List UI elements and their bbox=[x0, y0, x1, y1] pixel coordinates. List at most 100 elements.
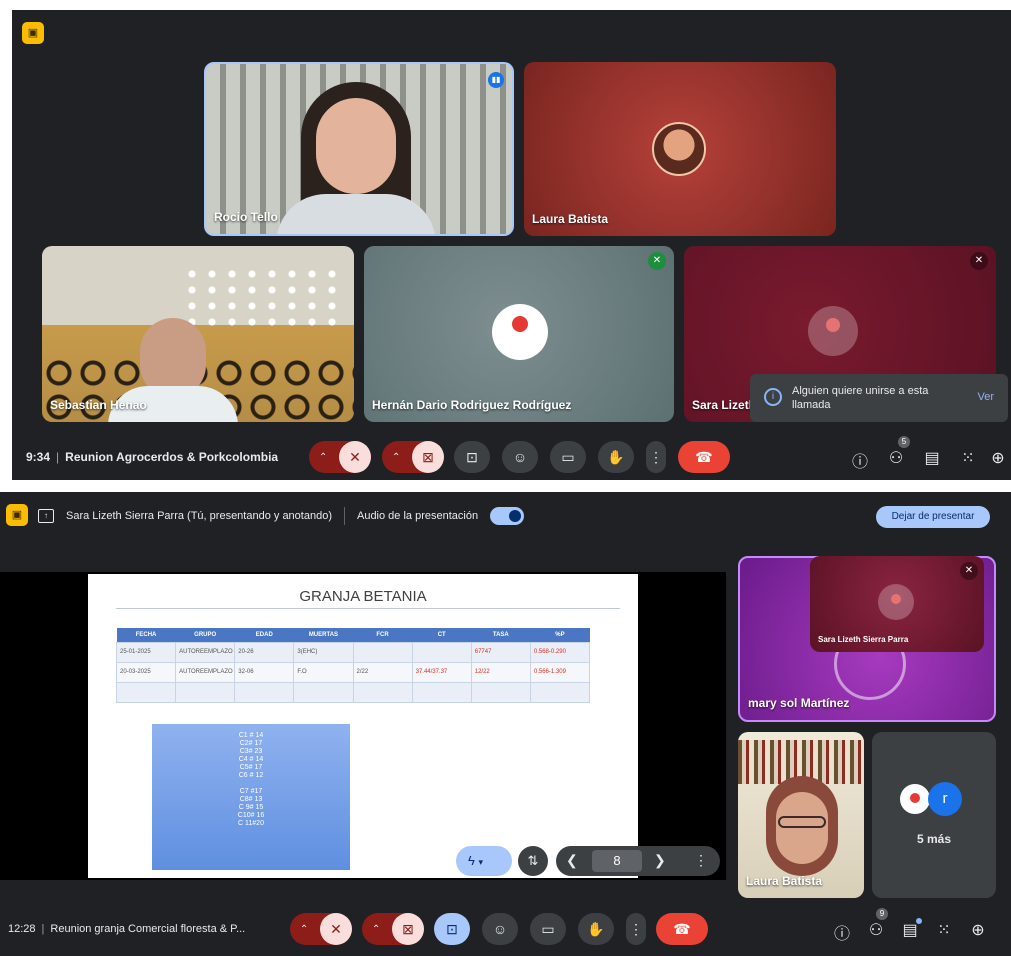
info-icon: i bbox=[764, 388, 782, 406]
meet-window-top: ▣ ▮▮ Rocio Tello Laura Batista Sebastian… bbox=[12, 10, 1011, 480]
meeting-time: 12:28 bbox=[8, 923, 36, 935]
slide-title: GRANJA BETANIA bbox=[299, 588, 427, 605]
meeting-title: Reunion granja Comercial floresta & P... bbox=[50, 923, 246, 935]
table-cell: 37.44/37.37 bbox=[411, 661, 472, 683]
box-line: C 11#20 bbox=[238, 820, 264, 827]
presenting-banner: ↑ Sara Lizeth Sierra Parra (Tú, presenta… bbox=[38, 504, 525, 528]
glasses bbox=[778, 816, 826, 828]
people-icon[interactable]: ⚇ bbox=[884, 448, 908, 468]
hangup-icon[interactable]: ☎ bbox=[678, 441, 730, 473]
more-participants-tile[interactable]: r 5 más bbox=[872, 732, 996, 898]
data-table: FECHA GRUPO EDAD MUERTAS FCR CT TASA %P … bbox=[115, 628, 591, 703]
participant-name: Sara Lizeth bbox=[692, 398, 757, 412]
present-icon: ↑ bbox=[38, 509, 54, 523]
table-cell: AUTOREEMPLAZO bbox=[175, 641, 236, 663]
control-bar: 9:34 | Reunion Agrocerdos & Porkcolombia ⌃… bbox=[12, 434, 1011, 480]
hangup-icon[interactable]: ☎ bbox=[656, 913, 708, 945]
meeting-info: 12:28 | Reunion granja Comercial floresta … bbox=[8, 923, 246, 935]
emoji-icon[interactable]: ☺ bbox=[482, 913, 518, 945]
shield-icon[interactable]: ▣ bbox=[6, 504, 28, 526]
participant-shirt bbox=[276, 194, 436, 234]
participant-tile[interactable]: Sebastian Henao bbox=[42, 246, 354, 422]
participant-name: Sebastian Henao bbox=[50, 398, 147, 412]
self-view-name: Sara Lizeth Sierra Parra bbox=[818, 635, 909, 644]
meeting-time: 9:34 bbox=[26, 450, 51, 464]
raise-hand-icon[interactable]: ✋ bbox=[578, 913, 614, 945]
table-cell: 20-03-2025 bbox=[115, 661, 177, 683]
participant-tile[interactable]: ✕ Hernán Dario Rodriguez Rodríguez bbox=[364, 246, 674, 422]
view-request-button[interactable]: Ver bbox=[977, 391, 994, 403]
chevron-right-icon[interactable]: ❯ bbox=[654, 852, 666, 869]
participant-name: Laura Batista bbox=[532, 212, 609, 226]
table-header: FECHA bbox=[135, 631, 157, 638]
self-view-tile[interactable]: ✕ Sara Lizeth Sierra Parra bbox=[810, 556, 984, 652]
table-header-row: FECHA GRUPO EDAD MUERTAS FCR CT TASA %P bbox=[116, 628, 590, 642]
porkcolombia-logo bbox=[808, 306, 858, 356]
pointer-icon[interactable]: ⇅ bbox=[518, 846, 548, 876]
mic-off-icon: ✕ bbox=[648, 252, 666, 270]
box-line bbox=[152, 780, 350, 788]
participant-tile[interactable]: Laura Batista bbox=[738, 732, 864, 898]
ceiling-lights bbox=[182, 266, 342, 326]
chat-icon[interactable]: ▤ bbox=[920, 448, 944, 468]
pen-groups-box: C1 # 14 C2# 17 C3# 23 C4 # 14 C5# 17 C6 … bbox=[152, 724, 350, 870]
box-line: C7 #17 bbox=[239, 788, 263, 795]
audio-label: Audio de la presentación bbox=[356, 510, 479, 522]
present-icon[interactable]: ⊡ bbox=[454, 441, 490, 473]
table-cell: 3(EHC) bbox=[293, 641, 354, 663]
meet-window-bottom: ▣ ↑ Sara Lizeth Sierra Parra (Tú, presen… bbox=[0, 492, 1011, 956]
emoji-icon[interactable]: ☺ bbox=[502, 441, 538, 473]
table-header: %P bbox=[555, 631, 565, 638]
raise-hand-icon[interactable]: ✋ bbox=[598, 441, 634, 473]
avatar: r bbox=[928, 782, 962, 816]
table-row: 20-03-2025 AUTOREEMPLAZO 32-06 F.O 2/22 … bbox=[115, 661, 591, 683]
table-cell: 0.568-0.290 bbox=[529, 641, 591, 663]
mic-off-icon[interactable]: ✕ bbox=[339, 441, 371, 473]
mic-off-icon: ✕ bbox=[970, 252, 988, 270]
info-icon[interactable]: ⓘ bbox=[848, 448, 872, 472]
slide-number-field[interactable]: 8 bbox=[592, 850, 642, 872]
mic-off-icon: ✕ bbox=[960, 562, 978, 580]
table-cell: AUTOREEMPLAZO bbox=[175, 661, 236, 683]
captions-icon[interactable]: ▭ bbox=[550, 441, 586, 473]
pen-tool-button[interactable]: ϟ ▾ bbox=[456, 846, 512, 876]
participant-face bbox=[316, 98, 396, 194]
shield-icon[interactable]: ▣ bbox=[22, 22, 44, 44]
box-line: C 9# 15 bbox=[238, 804, 264, 811]
host-controls-icon[interactable]: ⊕ bbox=[986, 448, 1010, 468]
table-cell: 67747 bbox=[470, 641, 531, 663]
table-row bbox=[115, 681, 591, 703]
info-icon[interactable]: ⓘ bbox=[830, 920, 854, 944]
box-line: C2# 17 bbox=[239, 740, 263, 747]
participant-tile[interactable]: ▮▮ Rocio Tello bbox=[204, 62, 514, 236]
chevron-left-icon[interactable]: ❮ bbox=[566, 852, 578, 869]
table-cell: 32-06 bbox=[234, 661, 295, 683]
activities-icon[interactable]: ⁙ bbox=[932, 920, 956, 940]
meeting-title: Reunion Agrocerdos & Porkcolombia bbox=[65, 450, 279, 464]
box-line: C5# 17 bbox=[239, 764, 263, 771]
people-icon[interactable]: ⚇ bbox=[864, 920, 888, 940]
meeting-info: 9:34 | Reunion Agrocerdos & Porkcolombia bbox=[26, 450, 279, 464]
mic-off-icon[interactable]: ✕ bbox=[320, 913, 352, 945]
camera-off-icon[interactable]: ⊠ bbox=[392, 913, 424, 945]
captions-icon[interactable]: ▭ bbox=[530, 913, 566, 945]
host-controls-icon[interactable]: ⊕ bbox=[966, 920, 990, 940]
table-cell: 2/22 bbox=[352, 661, 413, 683]
table-header: GRUPO bbox=[194, 631, 217, 638]
table-cell bbox=[352, 641, 413, 663]
people-count-badge: 9 bbox=[876, 908, 888, 920]
participant-tile[interactable]: Laura Batista bbox=[524, 62, 836, 236]
box-line: C1 # 14 bbox=[238, 732, 264, 739]
camera-off-icon[interactable]: ⊠ bbox=[412, 441, 444, 473]
stop-presenting-button[interactable]: Dejar de presentar bbox=[876, 506, 990, 528]
more-icon[interactable]: ⋮ bbox=[646, 441, 666, 473]
people-count-badge: 5 bbox=[898, 436, 910, 448]
activities-icon[interactable]: ⁙ bbox=[956, 448, 980, 468]
table-cell: 0.566-1.309 bbox=[529, 661, 591, 683]
audio-toggle[interactable] bbox=[490, 507, 525, 525]
more-icon[interactable]: ⋮ bbox=[694, 852, 708, 869]
present-icon[interactable]: ⊡ bbox=[434, 913, 470, 945]
more-icon[interactable]: ⋮ bbox=[626, 913, 646, 945]
participant-name: Rocio Tello bbox=[214, 210, 278, 224]
table-header: EDAD bbox=[255, 631, 273, 638]
